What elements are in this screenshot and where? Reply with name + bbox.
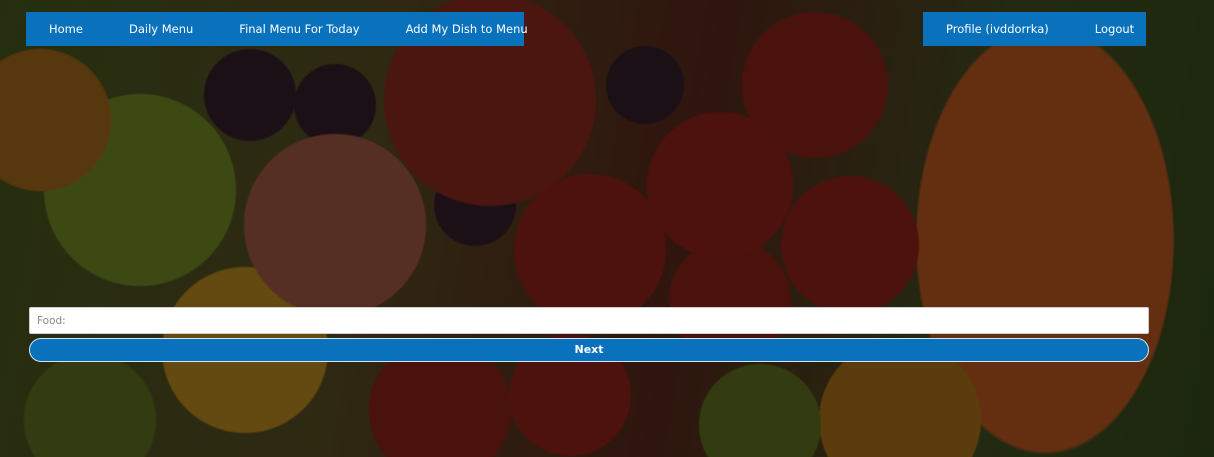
- background-overlay: [0, 0, 1214, 457]
- food-input[interactable]: [29, 307, 1149, 334]
- nav-link-final-menu[interactable]: Final Menu For Today: [216, 12, 382, 46]
- nav-link-add-dish[interactable]: Add My Dish to Menu: [383, 12, 551, 46]
- next-button[interactable]: Next: [29, 338, 1149, 362]
- nav-link-profile[interactable]: Profile (ivddorrka): [923, 12, 1072, 46]
- nav-link-logout[interactable]: Logout: [1072, 12, 1157, 46]
- nav-link-home[interactable]: Home: [26, 12, 106, 46]
- user-nav: Profile (ivddorrka) Logout: [923, 12, 1146, 46]
- main-nav: Home Daily Menu Final Menu For Today Add…: [26, 12, 528, 46]
- nav-link-daily-menu[interactable]: Daily Menu: [106, 12, 216, 46]
